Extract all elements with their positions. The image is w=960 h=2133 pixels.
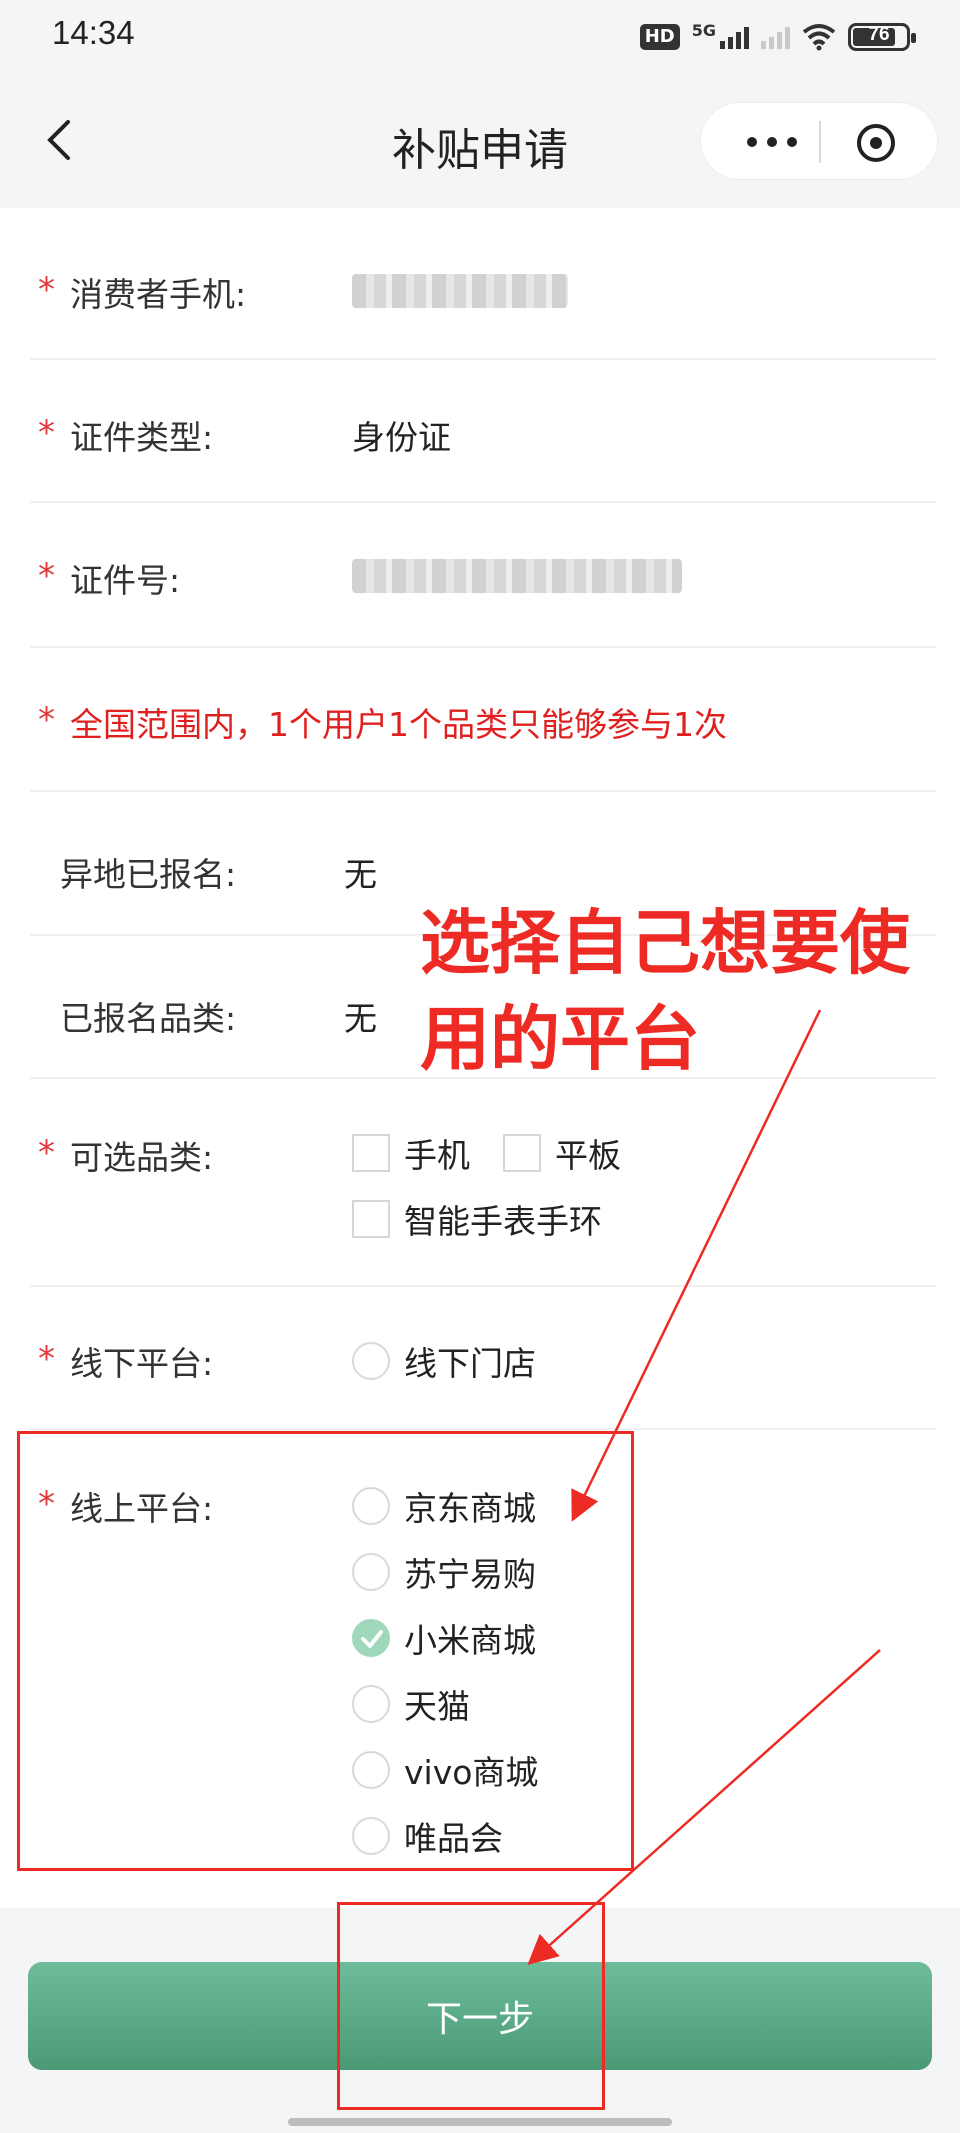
category-option-tablet[interactable]: 平板 [503, 1129, 621, 1177]
offline-platform-label: 线下平台: [70, 1344, 214, 1383]
status-icons: HD 5G 76 [639, 20, 916, 54]
close-circle-icon[interactable] [855, 122, 897, 164]
radio[interactable] [352, 1342, 390, 1380]
signal-icon [720, 25, 749, 49]
participation-notice: 全国范围内，1个用户1个品类只能够参与1次 [70, 705, 727, 744]
id-number-label: 证件号: [70, 561, 181, 600]
category-text: 平板 [555, 1136, 621, 1175]
checkbox[interactable] [352, 1200, 390, 1238]
title-bar: 补贴申请 [0, 72, 960, 208]
home-indicator[interactable] [288, 2118, 672, 2126]
id-type-label: 证件类型: [70, 418, 214, 457]
phone-value-blurred [352, 274, 568, 308]
remote-registered-value: 无 [344, 855, 377, 894]
id-number-value-blurred [352, 559, 682, 593]
battery-icon: 76 [848, 23, 916, 51]
category-option-phone[interactable]: 手机 [352, 1129, 470, 1177]
registered-category-label: 已报名品类: [60, 999, 237, 1038]
annotation-box-next [337, 1902, 605, 2110]
status-time: 14:34 [52, 14, 135, 51]
annotation-line-2: 用的平台 [420, 998, 700, 1080]
required-mark: * [38, 700, 55, 740]
required-mark: * [38, 1133, 55, 1173]
id-type-value: 身份证 [352, 418, 451, 457]
category-text: 手机 [404, 1136, 470, 1175]
row-offline-platform: * 线下平台: 线下门店 [30, 1287, 936, 1430]
category-option-watch[interactable]: 智能手表手环 [352, 1195, 602, 1243]
required-mark: * [38, 1339, 55, 1379]
row-category: * 可选品类: 手机 平板 智能手表手环 [30, 1079, 936, 1287]
required-mark: * [38, 270, 55, 310]
row-id-number: * 证件号: [30, 503, 936, 648]
signal-secondary-icon [761, 25, 790, 49]
annotation-line-1: 选择自己想要使 [420, 902, 910, 984]
option-text: 线下门店 [404, 1344, 536, 1383]
registered-category-value: 无 [344, 999, 377, 1038]
annotation-box-online [17, 1431, 634, 1871]
remote-registered-label: 异地已报名: [60, 855, 237, 894]
row-id-type: * 证件类型: 身份证 [30, 360, 936, 503]
required-mark: * [38, 556, 55, 596]
row-phone: * 消费者手机: [30, 208, 936, 360]
hd-icon: HD [639, 24, 680, 50]
more-dots-icon[interactable] [737, 129, 807, 155]
offline-option-store[interactable]: 线下门店 [352, 1337, 536, 1385]
capsule-divider [819, 121, 821, 163]
category-text: 智能手表手环 [404, 1202, 602, 1241]
checkbox[interactable] [503, 1134, 541, 1172]
row-notice: * 全国范围内，1个用户1个品类只能够参与1次 [30, 648, 936, 792]
checkbox[interactable] [352, 1134, 390, 1172]
battery-level: 76 [868, 24, 890, 45]
network-label: 5G [691, 20, 716, 40]
status-bar: 14:34 HD 5G 76 [0, 0, 960, 72]
mini-program-capsule [700, 102, 938, 180]
category-label: 可选品类: [70, 1138, 214, 1177]
phone-label: 消费者手机: [70, 275, 247, 314]
required-mark: * [38, 413, 55, 453]
annotation-text: 选择自己想要使 用的平台 [420, 895, 940, 1087]
wifi-icon [802, 24, 836, 51]
